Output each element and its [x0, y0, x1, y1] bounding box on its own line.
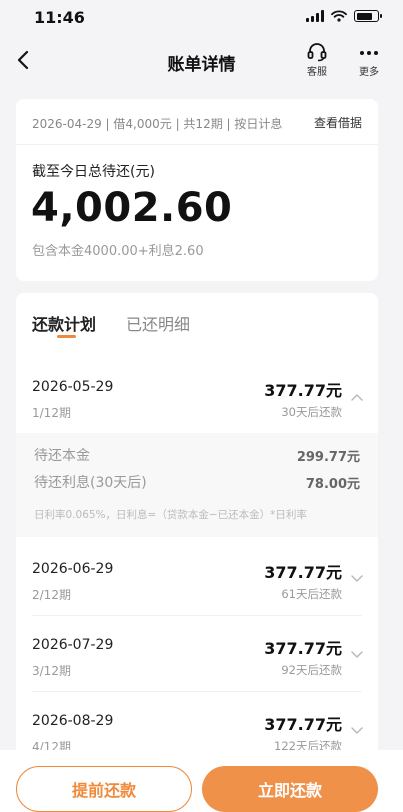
more-label: 更多	[359, 67, 379, 78]
back-arrow-icon[interactable]	[12, 46, 36, 74]
repay-now-button[interactable]: 立即还款	[202, 766, 378, 812]
headset-icon	[307, 43, 327, 62]
status-time: 11:46	[34, 8, 85, 27]
row-countdown: 30天后还款	[281, 405, 342, 419]
row-countdown: 92天后还款	[281, 663, 342, 677]
chevron-up-icon	[351, 394, 363, 401]
schedule-row[interactable]: 2026-06-29 2/12期 377.77元 61天后还款	[16, 539, 378, 615]
row-countdown: 61天后还款	[281, 587, 342, 601]
more-dots-icon	[360, 51, 378, 55]
row-date: 2026-08-29	[32, 713, 114, 729]
more-button[interactable]: 更多	[358, 42, 380, 78]
principal-label: 待还本金	[34, 448, 90, 464]
row-amount: 377.77元	[264, 639, 342, 658]
repayment-plan-card: 还款计划 已还明细 2026-05-29 1/12期 377.77元 30天后还…	[16, 293, 378, 763]
active-tab-indicator	[57, 335, 76, 338]
interest-value: 78.00元	[305, 477, 360, 492]
page-title: 账单详情	[167, 55, 236, 75]
row-date: 2026-07-29	[32, 637, 114, 653]
chevron-down-icon	[351, 575, 363, 582]
row-date: 2026-05-29	[32, 379, 114, 395]
row-amount: 377.77元	[264, 563, 342, 582]
interest-rate-note: 日利率0.065%，日利息=（贷款本金−已还本金）*日利率	[34, 509, 307, 521]
row-term: 3/12期	[32, 664, 71, 678]
loan-meta: 2026-04-29 | 借4,000元 | 共12期 | 按日计息	[32, 117, 283, 131]
customer-service-button[interactable]: 客服	[306, 42, 328, 78]
bottom-action-bar: 提前还款 立即还款	[0, 750, 403, 812]
divider	[16, 144, 378, 145]
row-term: 1/12期	[32, 406, 71, 420]
row-term: 2/12期	[32, 588, 71, 602]
row-date: 2026-06-29	[32, 561, 114, 577]
principal-value: 299.77元	[296, 450, 360, 465]
nav-bar: 账单详情 客服 更多	[0, 34, 403, 88]
chevron-down-icon	[351, 727, 363, 734]
row-amount: 377.77元	[264, 715, 342, 734]
schedule-row[interactable]: 2026-05-29 1/12期 377.77元 30天后还款	[16, 357, 378, 433]
battery-icon	[354, 10, 382, 22]
cellular-signal-icon	[306, 10, 324, 22]
tab-repaid-details[interactable]: 已还明细	[126, 311, 190, 335]
status-icons	[306, 10, 382, 22]
total-due-label: 截至今日总待还(元)	[32, 164, 155, 180]
schedule-row[interactable]: 2026-07-29 3/12期 377.77元 92天后还款	[16, 615, 378, 691]
installment-detail-panel: 待还本金 299.77元 待还利息(30天后) 78.00元 日利率0.065%…	[16, 433, 378, 537]
loan-summary-card: 2026-04-29 | 借4,000元 | 共12期 | 按日计息 查看借据 …	[16, 99, 378, 281]
interest-label: 待还利息(30天后)	[34, 475, 147, 491]
customer-service-label: 客服	[307, 67, 327, 78]
tab-repayment-plan[interactable]: 还款计划	[32, 311, 96, 335]
view-loan-receipt-link[interactable]: 查看借据	[314, 114, 362, 131]
wifi-icon	[331, 10, 347, 22]
prepay-button[interactable]: 提前还款	[16, 766, 192, 812]
total-due-amount: 4,002.60	[31, 185, 233, 231]
due-breakdown: 包含本金4000.00+利息2.60	[32, 244, 204, 259]
chevron-down-icon	[351, 651, 363, 658]
status-bar: 11:46	[0, 0, 403, 34]
row-amount: 377.77元	[264, 381, 342, 400]
